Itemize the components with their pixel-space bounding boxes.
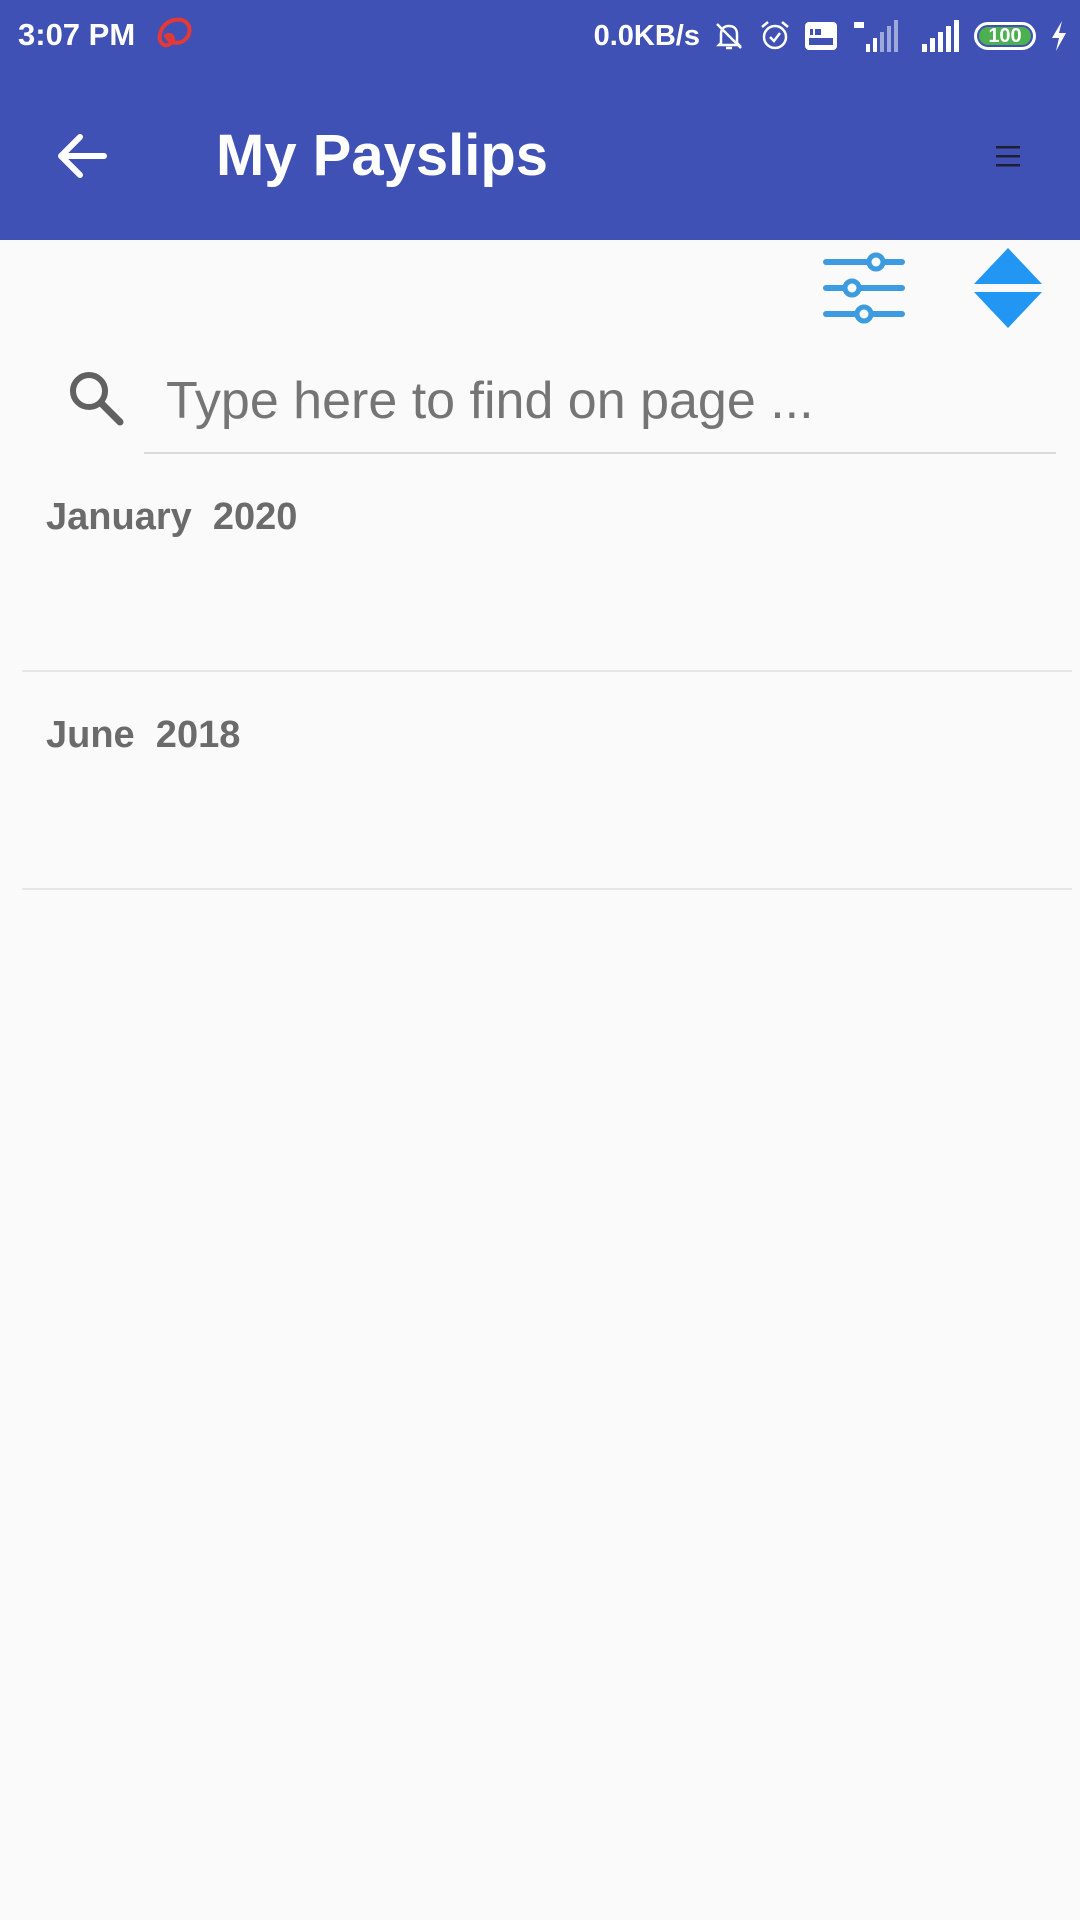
charging-icon [1052,21,1066,51]
list-item[interactable]: June 2018 [22,672,1072,890]
sliders-filter-icon [823,252,905,324]
arrow-left-icon [58,134,107,178]
page-title: My Payslips [216,123,549,188]
battery-icon: 100 [974,22,1036,50]
battery-level: 100 [988,24,1022,47]
signal-icon [922,20,959,52]
network-speed: 0.0KB/s [593,19,700,52]
mute-bell-icon [715,23,743,50]
app-bar: My Payslips [0,72,1080,240]
status-bar: 3:07 PM 0.0KB/s 100 [0,0,1080,72]
sort-up-down-icon [974,248,1042,328]
search-icon [64,366,128,430]
status-time: 3:07 PM [18,17,136,52]
search-field [144,350,1056,454]
signal-4g-icon [854,20,898,52]
back-button[interactable] [50,124,114,188]
payslip-list: January 2020 June 2018 [22,454,1072,890]
search-input[interactable] [144,350,1056,452]
sort-button[interactable] [972,246,1044,332]
alarm-icon [761,21,789,50]
carrier-icon [157,17,192,48]
payslip-month-label: January 2020 [46,496,298,538]
payslip-month-label: June 2018 [46,714,241,756]
hamburger-menu-icon [996,146,1020,167]
volte-icon [805,22,837,50]
menu-button[interactable] [988,132,1028,180]
list-item[interactable]: January 2020 [22,454,1072,672]
filter-button[interactable] [820,248,910,328]
status-icons: 0.0KB/s 100 [594,14,1070,58]
